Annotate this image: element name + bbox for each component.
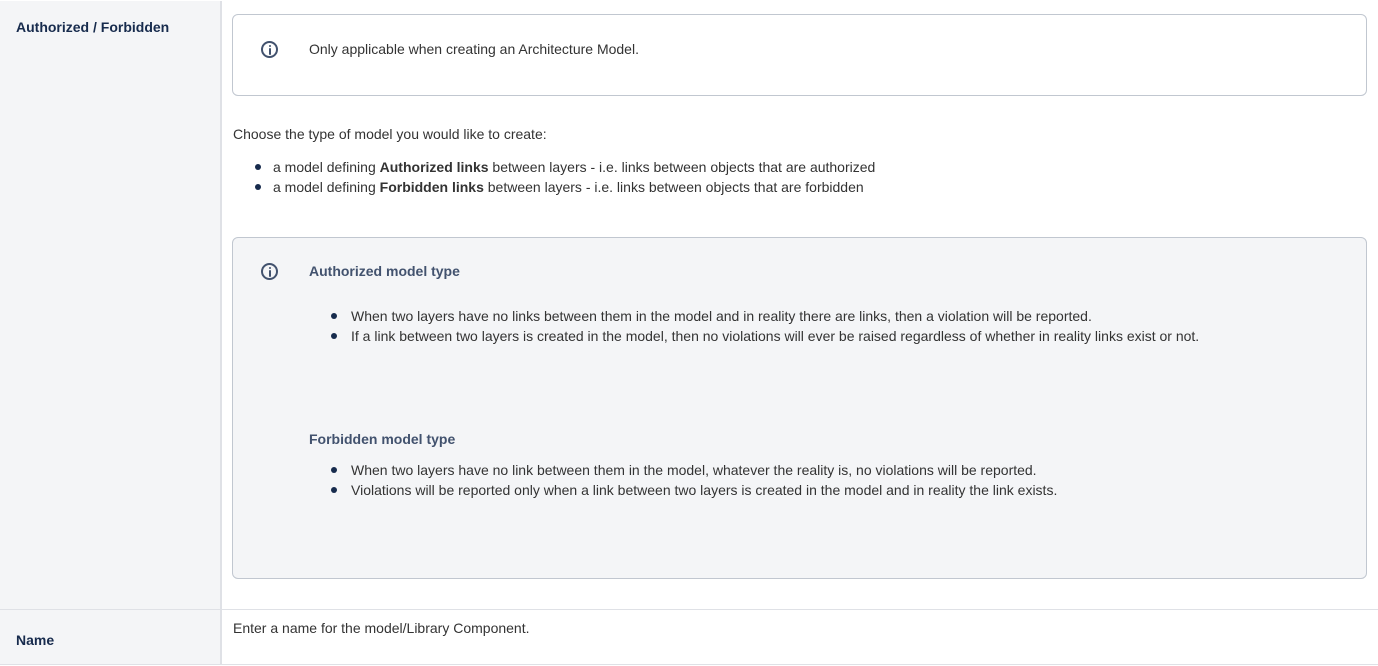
- model-type-list: a model defining Authorized links betwee…: [233, 157, 875, 197]
- authorized-heading: Authorized model type: [309, 263, 460, 279]
- table-row: Name: [0, 609, 1378, 665]
- list-item: a model defining Forbidden links between…: [233, 177, 875, 197]
- option-bold: Authorized links: [379, 159, 489, 175]
- list-item: When two layers have no link between the…: [309, 460, 1339, 480]
- option-suffix: between layers - i.e. links between obje…: [483, 179, 864, 195]
- list-item: When two layers have no links between th…: [309, 306, 1339, 326]
- name-description: Enter a name for the model/Library Compo…: [233, 620, 530, 636]
- info-icon: [261, 41, 278, 58]
- info-panel-applicability: Only applicable when creating an Archite…: [232, 14, 1367, 96]
- forbidden-list: When two layers have no link between the…: [309, 460, 1339, 500]
- option-prefix: a model defining: [273, 159, 380, 175]
- list-item: a model defining Authorized links betwee…: [233, 157, 875, 177]
- option-bold: Forbidden links: [379, 179, 484, 195]
- row-header-name: Name: [0, 609, 222, 665]
- list-item: Violations will be reported only when a …: [309, 480, 1339, 500]
- row-header-authorized-forbidden: Authorized / Forbidden: [0, 1, 222, 610]
- row-content: [221, 609, 1378, 665]
- forbidden-heading: Forbidden model type: [309, 431, 456, 447]
- info-icon: [261, 263, 278, 280]
- info-panel-text: Only applicable when creating an Archite…: [309, 41, 639, 57]
- info-panel-model-types: Authorized model type When two layers ha…: [232, 237, 1367, 579]
- list-item: If a link between two layers is created …: [309, 326, 1339, 346]
- option-suffix: between layers - i.e. links between obje…: [488, 159, 876, 175]
- intro-text: Choose the type of model you would like …: [233, 126, 547, 142]
- option-prefix: a model defining: [273, 179, 380, 195]
- authorized-list: When two layers have no links between th…: [309, 306, 1339, 346]
